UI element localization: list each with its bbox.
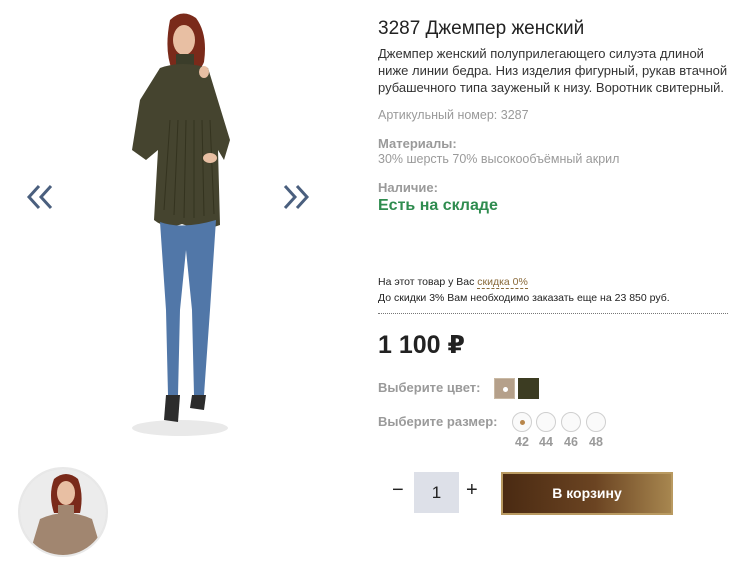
discount-info-text: На этот товар у Вас — [378, 276, 478, 288]
selected-indicator — [520, 420, 525, 425]
color-swatch-beige[interactable] — [494, 378, 515, 399]
next-image-button[interactable] — [278, 180, 312, 214]
product-description: Джемпер женский полуприлегающего силуэта… — [378, 46, 728, 95]
size-radio[interactable] — [586, 412, 606, 432]
size-label: Выберите размер: — [378, 414, 498, 429]
size-value: 46 — [564, 435, 578, 449]
materials-label: Материалы: — [378, 136, 457, 151]
size-option-42[interactable]: 42 — [512, 412, 532, 449]
discount-threshold: До скидки 3% Вам необходимо заказать еще… — [378, 292, 670, 304]
thumbnail-image — [20, 469, 106, 555]
color-swatch-olive[interactable] — [518, 378, 539, 399]
size-option-48[interactable]: 48 — [586, 412, 606, 449]
size-value: 44 — [539, 435, 553, 449]
availability-label: Наличие: — [378, 180, 438, 195]
add-to-cart-button[interactable]: В корзину — [501, 472, 673, 515]
quantity-input[interactable]: 1 — [414, 472, 459, 513]
size-value: 48 — [589, 435, 603, 449]
size-radio[interactable] — [561, 412, 581, 432]
divider — [378, 313, 728, 314]
quantity-decrease-button[interactable]: − — [392, 480, 408, 500]
discount-info: На этот товар у Вас скидка 0% — [378, 276, 528, 289]
availability-status: Есть на складе — [378, 197, 498, 214]
materials-value: 30% шерсть 70% высокообъёмный акрил — [378, 152, 620, 166]
selected-indicator — [503, 387, 508, 392]
product-title: 3287 Джемпер женский — [378, 18, 585, 39]
color-label: Выберите цвет: — [378, 380, 481, 395]
size-option-44[interactable]: 44 — [536, 412, 556, 449]
size-radio[interactable] — [536, 412, 556, 432]
product-thumbnail[interactable] — [18, 467, 108, 557]
size-value: 42 — [515, 435, 529, 449]
article-number: Артикульный номер: 3287 — [378, 108, 529, 122]
size-radio[interactable] — [512, 412, 532, 432]
previous-image-button[interactable] — [24, 180, 58, 214]
chevron-double-right-icon — [283, 184, 310, 210]
chevron-double-left-icon — [26, 184, 53, 210]
product-main-image — [132, 13, 230, 436]
discount-link[interactable]: скидка 0% — [477, 276, 528, 289]
product-price: 1 100 ₽ — [378, 331, 465, 359]
size-option-46[interactable]: 46 — [561, 412, 581, 449]
product-gallery — [0, 0, 330, 570]
quantity-increase-button[interactable]: + — [466, 480, 482, 500]
